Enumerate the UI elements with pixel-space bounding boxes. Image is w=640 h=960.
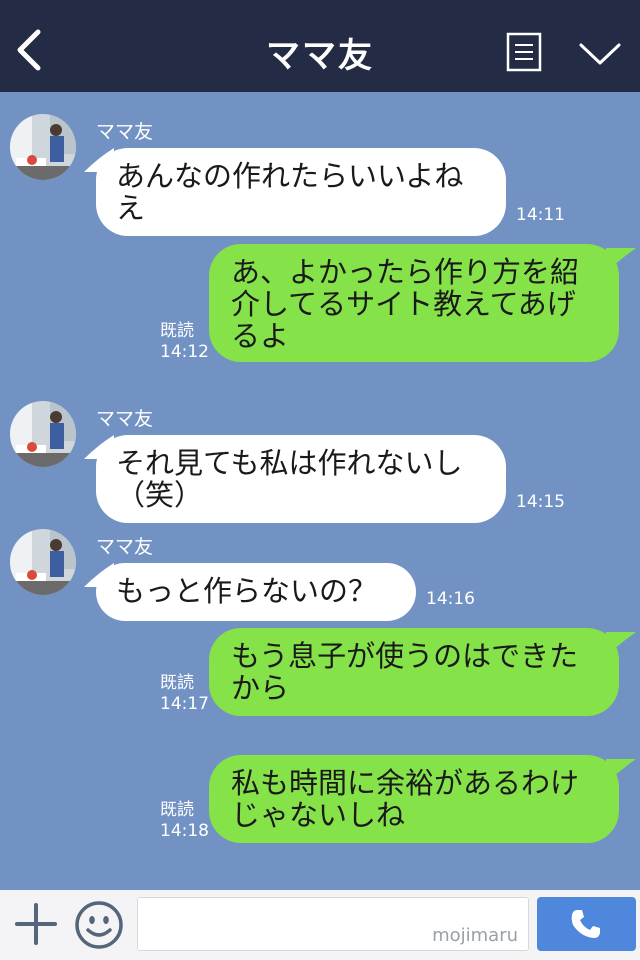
outgoing-message[interactable]: もう息子が使うのはできたから — [209, 628, 619, 716]
notes-icon[interactable] — [506, 32, 542, 72]
incoming-message[interactable]: それ見ても私は作れないし（笑） — [96, 435, 506, 523]
read-receipt: 既読 — [160, 321, 194, 341]
message-time: 14:16 — [426, 589, 475, 609]
read-receipt: 既読 — [160, 673, 194, 693]
message-time: 14:17 — [160, 694, 209, 714]
avatar[interactable] — [10, 114, 76, 180]
phone-icon — [571, 910, 600, 938]
watermark: mojimaru — [432, 925, 518, 946]
avatar[interactable] — [10, 529, 76, 595]
sender-name: ママ友 — [96, 408, 154, 430]
message-input[interactable]: mojimaru — [137, 897, 529, 951]
outgoing-message[interactable]: 私も時間に余裕があるわけじゃないしね — [209, 755, 619, 843]
sender-name: ママ友 — [96, 121, 154, 143]
smiley-icon[interactable] — [74, 900, 124, 950]
message-time: 14:15 — [516, 492, 565, 512]
chat-title: ママ友 — [266, 36, 374, 76]
read-receipt: 既読 — [160, 800, 194, 820]
sender-name: ママ友 — [96, 536, 154, 558]
chevron-down-icon[interactable] — [578, 40, 622, 68]
avatar[interactable] — [10, 401, 76, 467]
outgoing-message[interactable]: あ、よかったら作り方を紹介してるサイト教えてあげるよ — [209, 244, 619, 362]
message-time: 14:11 — [516, 205, 565, 225]
incoming-message[interactable]: あんなの作れたらいいよねえ — [96, 148, 506, 236]
chat-header: ママ友 — [0, 0, 640, 92]
chat-area[interactable]: ママ友 あんなの作れたらいいよねえ 14:11 あ、よかったら作り方を紹介してる… — [0, 92, 640, 890]
incoming-message[interactable]: もっと作らないの？ — [96, 563, 416, 621]
call-button[interactable] — [537, 897, 636, 951]
message-time: 14:18 — [160, 821, 209, 841]
message-time: 14:12 — [160, 342, 209, 362]
plus-icon[interactable] — [14, 902, 58, 946]
